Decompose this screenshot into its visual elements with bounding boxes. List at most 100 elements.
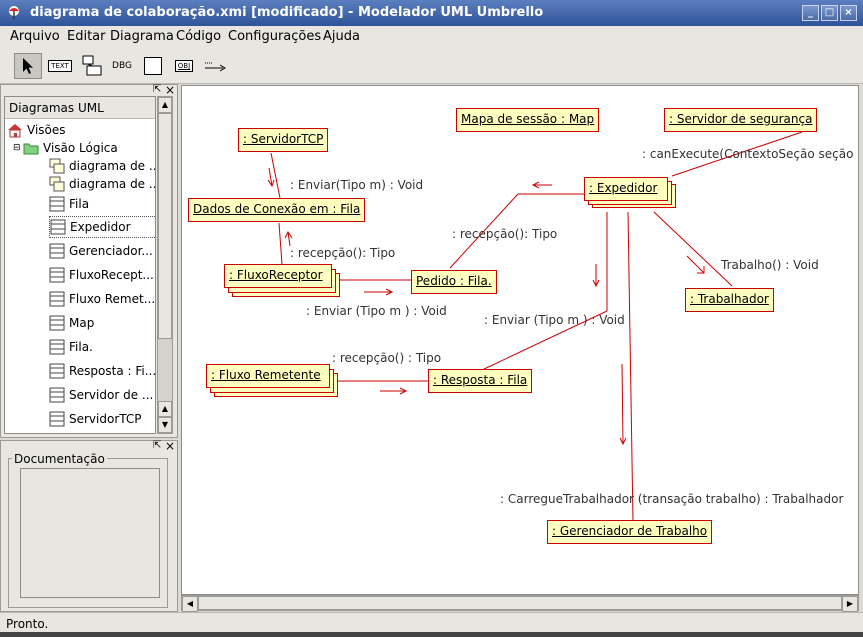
object-mapa-sessao[interactable]: Mapa de sessão : Map	[456, 108, 600, 132]
scroll-down-button[interactable]: ▼	[158, 417, 172, 433]
select-tool-button[interactable]	[14, 53, 42, 79]
tree-item-expedidor[interactable]: Expedidor	[49, 216, 155, 238]
class-icon	[49, 196, 65, 212]
message-carregue-trabalhador[interactable]: : CarregueTrabalhador (transação trabalh…	[500, 492, 843, 506]
status-text: Pronto.	[6, 617, 49, 631]
menu-diagrama[interactable]: Diagrama	[110, 29, 174, 44]
object-gerenciador-trabalho[interactable]: : Gerenciador de Trabalho	[547, 520, 713, 544]
object-trabalhador[interactable]: : Trabalhador	[685, 288, 774, 312]
dbg-tool-button[interactable]: DBG	[108, 53, 136, 79]
taskbar-strip	[0, 632, 863, 637]
scroll-up-button[interactable]: ▲	[158, 97, 172, 113]
close-panel-icon[interactable]: ×	[165, 440, 175, 452]
message-tool-button[interactable]	[201, 53, 229, 79]
message-recepcao-2[interactable]: : recepção(): Tipo	[452, 227, 557, 241]
object-fluxo-receptor[interactable]: : FluxoReceptor	[224, 264, 332, 288]
float-icon[interactable]: ⇱	[153, 441, 161, 451]
window-title: diagrama de colaboração.xmi [modificado]…	[30, 5, 544, 20]
tree-item-label: FluxoRecept...	[69, 268, 154, 282]
diagram-icon	[49, 158, 65, 174]
tree-item-label: Servidor de ...	[69, 388, 154, 402]
connector-lines	[267, 131, 803, 523]
text-tool-button[interactable]: TEXT	[46, 53, 74, 79]
maximize-button[interactable]: □	[821, 5, 838, 21]
tree-item-label: Fila.	[69, 340, 93, 354]
tree-item-resposta[interactable]: Resposta : Fi...	[49, 360, 155, 382]
menu-bar: Arquivo Editar Diagrama Código Configura…	[0, 26, 863, 48]
documentation-label: Documentação	[12, 452, 107, 466]
menu-configuracoes[interactable]: Configurações	[228, 29, 321, 44]
tree-item-label: ServidorTCP	[69, 412, 142, 426]
class-icon	[49, 267, 65, 283]
message-recepcao-3[interactable]: : recepção() : Tipo	[332, 351, 441, 365]
tree-item-label: diagrama de ...	[69, 177, 156, 191]
message-recepcao-1[interactable]: : recepção(): Tipo	[290, 246, 395, 260]
object-dados-conexao[interactable]: Dados de Conexão em : Fila	[188, 198, 366, 222]
tree-item-diagram-2[interactable]: diagrama de ...	[49, 173, 156, 195]
tree-column-header: Diagramas UML	[5, 97, 155, 119]
diagram-canvas[interactable]: : ServidorTCP Mapa de sessão : Map : Ser…	[181, 85, 859, 595]
message-enviar-1[interactable]: : Enviar(Tipo m) : Void	[290, 178, 423, 192]
float-icon[interactable]: ⇱	[153, 85, 161, 95]
canvas-horizontal-scrollbar[interactable]: ◀ ▶	[181, 595, 859, 612]
scroll-thumb[interactable]	[158, 113, 172, 339]
message-arrow-icon	[205, 62, 226, 72]
text-box-icon: TEXT	[48, 60, 72, 72]
tree-item-label: diagrama de ...	[69, 159, 156, 173]
tree-item-servidor[interactable]: Servidor de ...	[49, 384, 153, 406]
tree-item-fila[interactable]: Fila	[49, 193, 89, 215]
scroll-right-button[interactable]: ▶	[842, 596, 858, 612]
message-can-execute[interactable]: : canExecute(ContextoSeção seção	[642, 147, 853, 161]
tree-item-label: Gerenciador...	[69, 244, 153, 258]
object-expedidor[interactable]: : Expedidor	[584, 177, 668, 201]
menu-codigo[interactable]: Código	[176, 29, 221, 44]
class-icon	[49, 363, 65, 379]
minimize-button[interactable]: _	[802, 5, 819, 21]
menu-arquivo[interactable]: Arquivo	[10, 29, 60, 44]
object-resposta[interactable]: : Resposta : Fila	[428, 369, 533, 393]
close-window-button[interactable]: ×	[840, 5, 857, 21]
message-enviar-2[interactable]: : Enviar (Tipo m ) : Void	[306, 304, 447, 318]
tree-item-servidor-tcp[interactable]: ServidorTCP	[49, 408, 142, 430]
uml-tree-view[interactable]: Diagramas UML Visões ⊟ Visão Lógica diag…	[4, 96, 156, 434]
object-servidor-seguranca[interactable]: : Servidor de segurança	[664, 108, 818, 132]
scroll-up-button-bottom[interactable]: ▲	[158, 401, 172, 417]
object-servidor-tcp[interactable]: : ServidorTCP	[238, 128, 329, 152]
class-icon	[50, 219, 66, 235]
arrow-pointer-icon	[23, 58, 33, 74]
message-trabalho[interactable]: Trabalho() : Void	[721, 258, 819, 272]
tree-item-map[interactable]: Map	[49, 312, 94, 334]
menu-ajuda[interactable]: Ajuda	[323, 29, 360, 44]
tree-item-fluxo-receptor[interactable]: FluxoRecept...	[49, 264, 154, 286]
box-tool-button[interactable]	[139, 53, 167, 79]
object-tool-button[interactable]: OBJ	[170, 53, 198, 79]
box-icon	[144, 57, 162, 75]
object-fluxo-remetente[interactable]: : Fluxo Remetente	[206, 364, 330, 388]
status-bar: Pronto.	[0, 612, 863, 634]
message-enviar-3[interactable]: : Enviar (Tipo m ) : Void	[484, 313, 625, 327]
folder-icon	[23, 143, 39, 155]
tree-item-label: Expedidor	[70, 220, 131, 234]
tree-item-fluxo-remetente[interactable]: Fluxo Remet...	[49, 288, 155, 310]
close-panel-icon[interactable]: ×	[165, 84, 175, 96]
umbrello-app-icon	[9, 6, 19, 19]
home-icon	[8, 124, 22, 138]
object-pedido[interactable]: Pedido : Fila.	[411, 270, 497, 294]
tree-item-fila-dot[interactable]: Fila.	[49, 336, 93, 358]
class-icon	[49, 387, 65, 403]
documentation-textarea[interactable]	[20, 468, 160, 598]
tree-item-label: Visões	[27, 123, 66, 137]
class-icon	[49, 243, 65, 259]
note-text-icon	[82, 55, 102, 76]
tree-item-gerenciador[interactable]: Gerenciador...	[49, 240, 153, 262]
scroll-thumb[interactable]	[198, 596, 842, 610]
tree-expander-icon[interactable]: ⊟	[13, 143, 23, 153]
class-icon	[49, 315, 65, 331]
class-icon	[49, 411, 65, 427]
note-tool-button[interactable]	[78, 53, 106, 79]
diagram-toolbar: TEXT DBG OBJ	[0, 48, 863, 84]
tree-vertical-scrollbar[interactable]: ▲ ▲ ▼	[157, 96, 173, 434]
menu-editar[interactable]: Editar	[67, 29, 106, 44]
scroll-left-button[interactable]: ◀	[182, 596, 198, 612]
object-icon: OBJ	[174, 60, 194, 72]
